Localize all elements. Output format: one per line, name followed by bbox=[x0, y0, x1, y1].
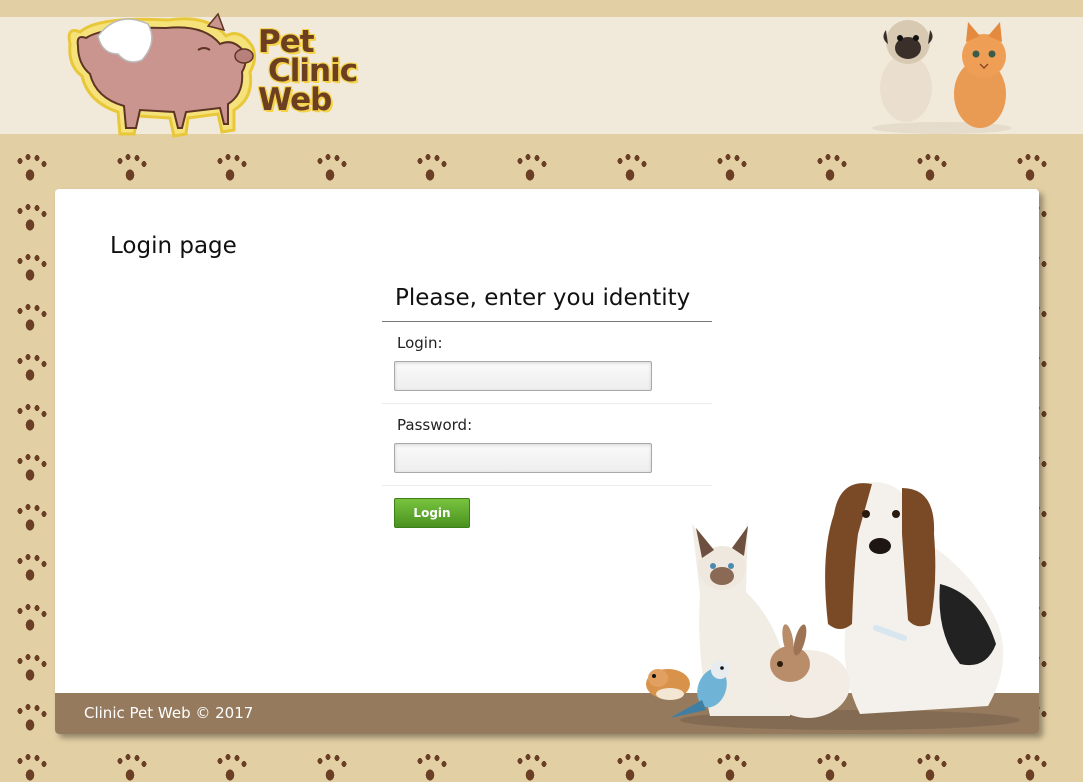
footer-copyright: Clinic Pet Web © 2017 bbox=[84, 704, 254, 722]
login-field-row: Login: bbox=[382, 322, 712, 404]
login-card: Login page Please, enter you identity Lo… bbox=[55, 189, 1039, 734]
password-label: Password: bbox=[397, 416, 473, 434]
login-label: Login: bbox=[397, 334, 443, 352]
login-button[interactable]: Login bbox=[394, 498, 470, 528]
page-title: Login page bbox=[110, 233, 237, 259]
logo-text: Pet Clinic Web bbox=[258, 27, 358, 118]
pets-group-image bbox=[646, 482, 1020, 730]
logo-line-web: Web bbox=[258, 82, 332, 118]
login-input[interactable] bbox=[394, 361, 652, 391]
form-title: Please, enter you identity bbox=[382, 285, 712, 322]
puppy-kitten-image bbox=[872, 20, 1012, 134]
password-input[interactable] bbox=[394, 443, 652, 473]
